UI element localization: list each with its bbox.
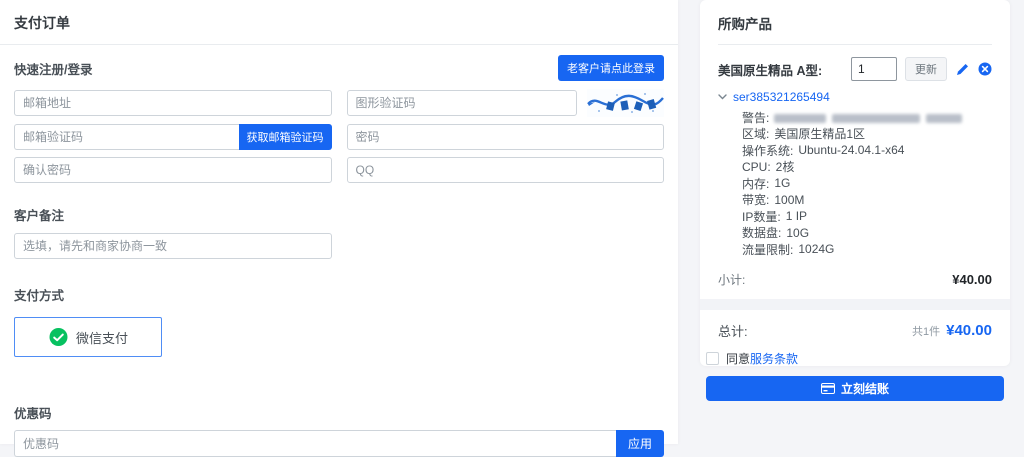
checkout-button[interactable]: 立刻结账 [706, 375, 1004, 401]
terms-row: 同意服务条款 [706, 350, 992, 367]
detail-value: Ubuntu-24.04.1-x64 [798, 143, 905, 158]
register-login-heading: 快速注册/登录 [14, 62, 93, 77]
service-row: ser385321265494 [718, 90, 992, 104]
detail-label: 内存: [742, 176, 770, 191]
detail-value: 100M [774, 192, 805, 207]
chevron-down-icon[interactable] [718, 94, 727, 100]
close-circle-icon [978, 62, 992, 76]
wechat-pay-option[interactable]: 微信支付 [14, 317, 162, 357]
detail-value: 1G [774, 176, 791, 191]
password-input[interactable] [346, 124, 664, 150]
register-form: 获取邮箱验证码 [14, 89, 664, 183]
email-code-input[interactable] [14, 124, 239, 150]
captcha-input[interactable] [346, 90, 577, 116]
total-label: 总计: [718, 323, 748, 339]
detail-row-ip-count: IP数量: 1 IP [742, 208, 992, 225]
subtotal-row: 小计: ¥40.00 [718, 271, 992, 288]
wechat-pay-icon [49, 327, 68, 346]
subtotal-value: ¥40.00 [952, 271, 992, 287]
remove-product-button[interactable] [978, 62, 992, 76]
service-id-link[interactable]: ser385321265494 [733, 90, 830, 104]
detail-label: 带宽: [742, 193, 770, 208]
subtotal-label: 小计: [718, 272, 746, 287]
product-row: 美国原生精品 A型: 更新 [718, 57, 992, 81]
customer-notes-input[interactable] [14, 233, 332, 259]
summary-divider [700, 298, 1010, 310]
coupon-heading: 优惠码 [14, 407, 52, 421]
detail-label: CPU: [742, 159, 771, 174]
detail-value: 1024G [798, 242, 835, 257]
detail-row-data-disk: 数据盘: 10G [742, 225, 992, 242]
detail-value: 2核 [775, 160, 795, 175]
edit-product-button[interactable] [956, 63, 969, 76]
total-row: 总计: 共1件 ¥40.00 [718, 321, 992, 340]
detail-row-os: 操作系统: Ubuntu-24.04.1-x64 [742, 142, 992, 159]
detail-label: IP数量: [742, 209, 781, 224]
captcha-image[interactable] [586, 89, 664, 117]
redacted-text [774, 110, 968, 124]
update-quantity-button[interactable]: 更新 [905, 57, 947, 81]
checkout-button-label: 立刻结账 [840, 381, 889, 396]
detail-label: 操作系统: [742, 143, 794, 158]
agree-terms-checkbox[interactable] [706, 351, 719, 365]
purchased-products-title: 所购产品 [718, 0, 992, 45]
detail-row-warning: 警告: [742, 109, 992, 126]
credit-card-icon [820, 382, 835, 394]
detail-label: 数据盘: [742, 226, 782, 241]
detail-row-region: 区域: 美国原生精品1区 [742, 126, 992, 143]
total-value: ¥40.00 [946, 321, 992, 339]
wechat-pay-label: 微信支付 [75, 330, 128, 346]
terms-of-service-link[interactable]: 服务条款 [750, 352, 798, 366]
customer-notes-heading: 客户备注 [14, 209, 65, 223]
get-email-code-button[interactable]: 获取邮箱验证码 [238, 124, 332, 150]
qq-input[interactable] [346, 157, 664, 183]
purchased-products-card: 所购产品 美国原生精品 A型: 更新 ser385321265494 警告: [700, 0, 1010, 401]
existing-customer-login-button[interactable]: 老客户请点此登录 [558, 55, 664, 81]
detail-label: 警告: [742, 110, 770, 125]
email-input[interactable] [14, 90, 332, 116]
terms-agree-text: 同意 [726, 351, 751, 366]
detail-row-traffic-limit: 流量限制: 1024G [742, 241, 992, 258]
detail-value: 美国原生精品1区 [774, 127, 866, 142]
detail-value: 1 IP [785, 209, 808, 224]
payment-order-panel: 支付订单 快速注册/登录 老客户请点此登录 邮箱地址 图形验证码 邮箱验证码 获… [0, 0, 678, 457]
product-name: 美国原生精品 A型: [718, 63, 823, 78]
page-title: 支付订单 [0, 0, 678, 45]
detail-value: 10G [786, 225, 810, 240]
detail-row-memory: 内存: 1G [742, 175, 992, 192]
pencil-icon [957, 63, 968, 75]
payment-method-heading: 支付方式 [14, 289, 65, 303]
confirm-password-input[interactable] [14, 157, 332, 183]
item-count: 共1件 [911, 325, 941, 338]
detail-label: 流量限制: [742, 242, 794, 257]
product-details: 警告: 区域: 美国原生精品1区 操作系统: Ubuntu-24.04.1-x6… [742, 109, 992, 258]
detail-row-cpu: CPU: 2核 [742, 159, 992, 176]
detail-row-bandwidth: 带宽: 100M [742, 192, 992, 209]
detail-label: 区域: [742, 127, 770, 142]
quantity-input[interactable] [851, 57, 897, 81]
